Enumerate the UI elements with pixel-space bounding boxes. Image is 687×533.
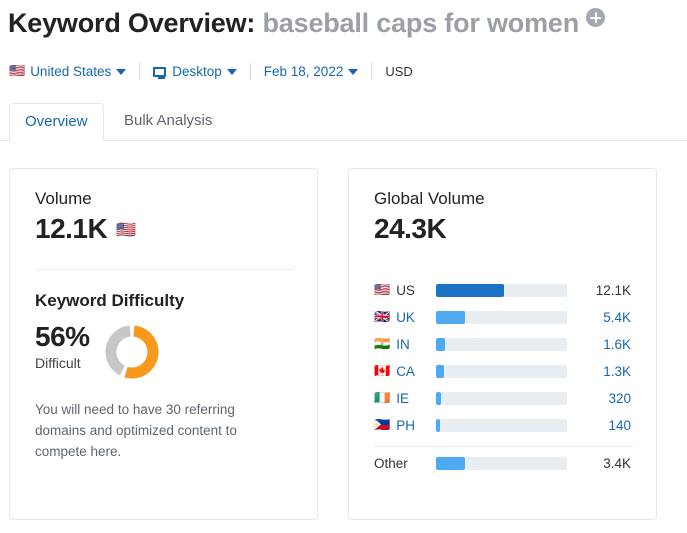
country-volume-value[interactable]: 1.3K	[567, 364, 633, 379]
filter-divider	[249, 63, 251, 80]
volume-bar-track	[436, 392, 567, 405]
country-name-text: US	[396, 283, 415, 298]
country-volume-row: 🇬🇧 UK 5.4K	[374, 304, 633, 331]
country-label-ie[interactable]: 🇮🇪 IE	[374, 391, 436, 406]
keyword-difficulty-donut	[104, 324, 160, 385]
country-label-us: 🇺🇸 US	[374, 283, 436, 298]
volume-bar-fill	[436, 392, 441, 405]
page-title: Keyword Overview: baseball caps for wome…	[8, 6, 606, 40]
in-flag-icon: 🇮🇳	[374, 337, 391, 352]
desktop-icon	[153, 66, 167, 79]
volume-value-row: 12.1K 🇺🇸	[35, 213, 136, 245]
filter-bar: 🇺🇸 United States Desktop Feb 18, 2022 US…	[9, 63, 413, 80]
ca-flag-icon: 🇨🇦	[374, 364, 391, 379]
volume-bar-fill	[436, 365, 444, 378]
ph-flag-icon: 🇵🇭	[374, 418, 391, 433]
country-volume-row: 🇺🇸 US 12.1K	[374, 277, 633, 304]
country-label-other: Other	[374, 456, 436, 471]
tab-bulk-analysis[interactable]: Bulk Analysis	[109, 103, 227, 141]
volume-value: 12.1K	[35, 213, 108, 244]
device-filter-label: Desktop	[172, 64, 222, 79]
country-label-ca[interactable]: 🇨🇦 CA	[374, 364, 436, 379]
volume-bar-track	[436, 457, 567, 470]
uk-flag-icon: 🇬🇧	[374, 310, 391, 325]
chevron-down-icon	[348, 68, 359, 75]
list-separator	[374, 446, 633, 447]
keyword-difficulty-label: Keyword Difficulty	[35, 291, 185, 310]
us-flag-icon: 🇺🇸	[116, 219, 137, 239]
country-name-text: IN	[396, 337, 410, 352]
country-label-ph[interactable]: 🇵🇭 PH	[374, 418, 436, 433]
country-volume-row: 🇮🇪 IE 320	[374, 385, 633, 412]
country-name-text: UK	[396, 310, 415, 325]
global-volume-card: Global Volume 24.3K 🇺🇸 US 12.1K 🇬🇧 UK 5.4K 🇮🇳 I…	[348, 168, 657, 520]
volume-label: Volume	[35, 189, 92, 208]
volume-card: Volume 12.1K 🇺🇸 Keyword Difficulty 56% D…	[9, 168, 318, 520]
date-filter[interactable]: Feb 18, 2022	[264, 64, 359, 79]
us-flag-icon: 🇺🇸	[374, 283, 391, 298]
volume-bar-track	[436, 419, 567, 432]
chevron-down-icon	[116, 68, 127, 75]
date-filter-label: Feb 18, 2022	[263, 64, 344, 79]
keyword-difficulty-note: You will need to have 30 referring domai…	[35, 402, 237, 459]
volume-bar-track	[436, 365, 567, 378]
country-filter[interactable]: 🇺🇸 United States	[9, 64, 127, 79]
ie-flag-icon: 🇮🇪	[374, 391, 391, 406]
keyword-difficulty-rating: Difficult	[35, 355, 81, 371]
country-label-uk[interactable]: 🇬🇧 UK	[374, 310, 436, 325]
global-volume-label: Global Volume	[374, 189, 485, 208]
country-name-text: IE	[396, 391, 409, 406]
country-filter-label: United States	[30, 64, 112, 79]
country-label-in[interactable]: 🇮🇳 IN	[374, 337, 436, 352]
country-volume-value[interactable]: 140	[567, 418, 633, 433]
country-volume-value[interactable]: 1.6K	[567, 337, 633, 352]
country-volume-list: 🇺🇸 US 12.1K 🇬🇧 UK 5.4K 🇮🇳 IN 1.6K 🇨🇦 CA 1.3K 🇮🇪 IE 320…	[374, 277, 633, 477]
tab-overview[interactable]: Overview	[9, 103, 104, 141]
chevron-down-icon	[226, 68, 237, 75]
country-name-text: CA	[396, 364, 415, 379]
country-name-text: PH	[396, 418, 415, 433]
country-volume-value: 3.4K	[603, 456, 631, 471]
filter-divider	[371, 63, 373, 80]
country-volume-row: 🇵🇭 PH 140	[374, 412, 633, 439]
currency-label: USD	[385, 64, 413, 79]
keyword-difficulty-numbers: 56% Difficult	[35, 321, 90, 372]
volume-bar-track	[436, 338, 567, 351]
filter-divider	[139, 63, 141, 80]
page-title-static: Keyword Overview:	[8, 8, 256, 38]
volume-bar-fill	[436, 457, 465, 470]
tab-bar: Overview Bulk Analysis	[0, 103, 687, 141]
donut-chart-svg	[105, 325, 159, 379]
country-volume-value: 12.1K	[595, 283, 631, 298]
country-volume-value[interactable]: 320	[567, 391, 633, 406]
plus-circle-icon[interactable]	[586, 8, 606, 27]
global-volume-value: 24.3K	[374, 213, 447, 244]
keyword-difficulty-percent: 56%	[35, 321, 90, 352]
volume-bar-track	[436, 311, 567, 324]
card-divider	[35, 269, 294, 270]
country-volume-row: 🇮🇳 IN 1.6K	[374, 331, 633, 358]
page-title-keyword: baseball caps for women	[262, 8, 580, 38]
device-filter[interactable]: Desktop	[153, 64, 237, 79]
country-name-text: Other	[374, 456, 408, 471]
volume-bar-fill	[436, 338, 446, 351]
keyword-difficulty-row: 56% Difficult	[35, 321, 160, 385]
volume-bar-fill	[436, 311, 465, 324]
us-flag-icon: 🇺🇸	[9, 64, 26, 79]
country-volume-value[interactable]: 5.4K	[567, 310, 633, 325]
volume-bar-track	[436, 284, 567, 297]
volume-bar-fill	[436, 419, 440, 432]
volume-bar-fill	[436, 284, 505, 297]
country-volume-row: Other 3.4K	[374, 450, 633, 477]
country-volume-row: 🇨🇦 CA 1.3K	[374, 358, 633, 385]
